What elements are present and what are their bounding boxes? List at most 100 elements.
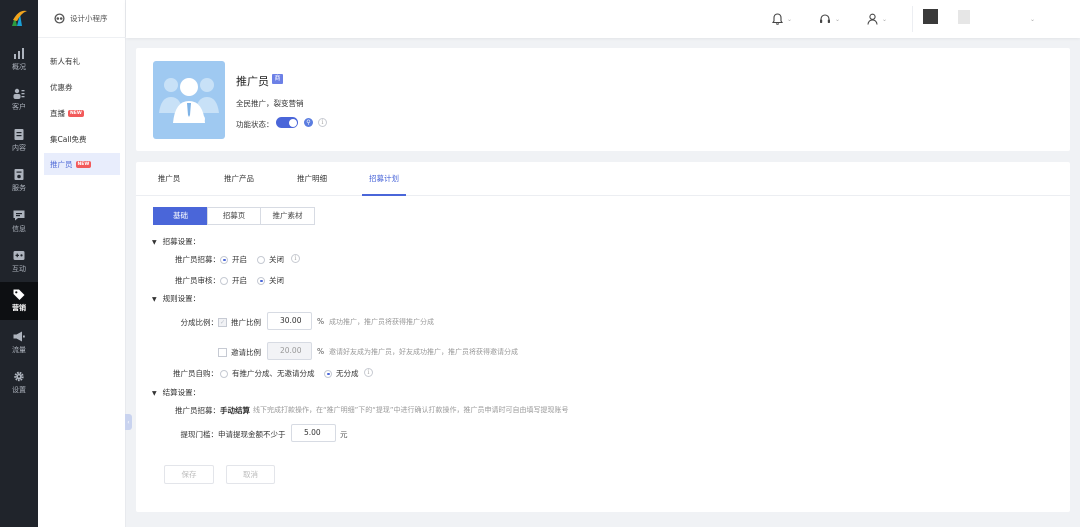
chevron-down-icon: ⌄ — [835, 15, 841, 23]
app-logo-icon[interactable] — [9, 8, 29, 28]
recruit-audit-off[interactable]: 关闭 — [257, 275, 284, 286]
withdraw-threshold-text: 申请提现金额不少于 — [218, 430, 286, 439]
recruit-enable-label: 推广员招募： — [175, 255, 220, 264]
nav-message[interactable]: 信息 — [0, 203, 38, 241]
self-purchase-option-none[interactable]: 无分成 — [324, 368, 359, 379]
chevron-down-icon: ⌄ — [882, 15, 888, 23]
submenu-item-coupons[interactable]: 优惠券 — [44, 76, 120, 98]
account-name-placeholder — [958, 10, 970, 24]
submenu-item-live[interactable]: 直播 NEW — [44, 102, 120, 124]
notifications-button[interactable]: ⌄ — [772, 12, 792, 26]
submenu-item-newcomer[interactable]: 新人有礼 — [44, 50, 120, 72]
rules-section-header[interactable]: ▼ 规则设置： — [152, 293, 200, 304]
radio-label: 开启 — [232, 276, 247, 285]
save-button[interactable]: 保存 — [164, 465, 214, 484]
section-title: 招募设置： — [162, 237, 201, 246]
checkbox-box: ✓ — [218, 318, 227, 327]
chevron-down-icon: ⌄ — [1030, 15, 1036, 23]
settings-card: 推广员 推广产品 推广明细 招募计划 基础 招募页 推广素材 ▼ 招募设置： 推广… — [136, 162, 1070, 512]
headset-icon — [820, 14, 830, 23]
bell-icon — [772, 13, 783, 25]
segment-materials[interactable]: 推广素材 — [260, 207, 315, 225]
info-icon[interactable]: i — [291, 254, 300, 263]
nav-customers[interactable]: 客户 — [0, 81, 38, 119]
app-switcher[interactable]: 设计小程序 — [38, 0, 126, 38]
cancel-button[interactable]: 取消 — [226, 465, 275, 484]
checkbox-box — [218, 348, 227, 357]
percent-sign: % — [317, 317, 325, 326]
chevron-down-icon: ⌄ — [787, 15, 793, 23]
user-icon — [867, 13, 878, 25]
settle-mode-label: 推广员招募： — [175, 406, 220, 415]
marketing-submenu: 设计小程序 新人有礼 优惠券 直播 NEW 集Call免费 推广员 NEW — [38, 0, 126, 527]
chart-icon — [14, 48, 24, 59]
radio-dot — [220, 276, 228, 285]
tab-products[interactable]: 推广产品 — [221, 162, 257, 196]
percent-sign: % — [317, 347, 325, 356]
nav-overview[interactable]: 概况 — [0, 41, 38, 79]
radio-dot — [220, 255, 228, 264]
top-bar: ⌄ ⌄ ⌄ ⌄ — [126, 0, 1080, 38]
recruit-audit-on[interactable]: 开启 — [220, 275, 247, 286]
radio-label: 开启 — [232, 255, 247, 264]
segment-recruit-page[interactable]: 招募页 — [207, 207, 261, 225]
account-avatar[interactable] — [923, 9, 938, 24]
customers-icon — [13, 88, 25, 99]
nav-marketing[interactable]: 营销 — [0, 282, 38, 320]
recruit-enable-off[interactable]: 关闭 — [257, 254, 284, 265]
recruit-section-header[interactable]: ▼ 招募设置： — [152, 236, 200, 247]
message-icon — [13, 210, 25, 221]
account-switcher[interactable]: ⌄ — [1026, 12, 1035, 26]
caret-down-icon: ▼ — [152, 239, 157, 246]
radio-label: 关闭 — [269, 276, 284, 285]
nav-overview-label: 概况 — [12, 63, 26, 71]
nav-interaction[interactable]: 互动 — [0, 243, 38, 281]
info-icon[interactable]: i — [318, 118, 327, 127]
feature-status-label: 功能状态： — [236, 120, 274, 129]
user-menu-button[interactable]: ⌄ — [867, 12, 887, 26]
nav-interaction-label: 互动 — [12, 265, 26, 273]
tab-recruit-plan[interactable]: 招募计划 — [362, 162, 406, 196]
self-purchase-option-promo[interactable]: 有推广分成、无邀请分成 — [220, 368, 315, 379]
radio-dot — [257, 276, 265, 285]
settle-mode-value: 手动结算 — [220, 406, 250, 415]
withdraw-threshold-label: 提现门槛： — [180, 430, 219, 439]
radio-label: 无分成 — [336, 369, 359, 378]
nav-service[interactable]: 服务 — [0, 162, 38, 200]
nav-marketing-label: 营销 — [12, 304, 26, 312]
new-badge: NEW — [68, 109, 84, 117]
nav-settings-label: 设置 — [12, 386, 26, 394]
submenu-item-jicall[interactable]: 集Call免费 — [44, 128, 120, 150]
new-badge: NEW — [75, 160, 92, 168]
promo-ratio-input[interactable]: 30.00 — [267, 312, 312, 330]
invite-ratio-hint: 邀请好友成为推广员，好友成功推广，推广员将获得邀请分成 — [329, 348, 518, 356]
split-ratio-label: 分成比例： — [180, 318, 219, 327]
invite-ratio-checkbox[interactable]: 邀请比例 — [218, 347, 261, 358]
feature-status-toggle[interactable] — [276, 117, 298, 128]
promo-ratio-checkbox[interactable]: ✓ 推广比例 — [218, 317, 261, 328]
support-button[interactable]: ⌄ — [819, 12, 840, 26]
withdraw-threshold-input[interactable]: 5.00 — [291, 424, 336, 442]
submenu-item-label: 推广员 — [50, 159, 73, 169]
promo-ratio-hint: 成功推广，推广员将获得推广分成 — [329, 318, 434, 326]
info-icon[interactable]: i — [364, 368, 373, 377]
caret-down-icon: ▼ — [152, 296, 157, 303]
gear-icon — [14, 371, 24, 382]
nav-settings[interactable]: 设置 — [0, 364, 38, 402]
segment-basic[interactable]: 基础 — [153, 207, 208, 225]
tab-details[interactable]: 推广明细 — [294, 162, 330, 196]
tab-promoters[interactable]: 推广员 — [154, 162, 184, 196]
submenu-item-promoter[interactable]: 推广员 NEW — [44, 153, 120, 175]
settle-section-header[interactable]: ▼ 结算设置： — [152, 387, 200, 398]
nav-content[interactable]: 内容 — [0, 122, 38, 160]
link-icon[interactable]: ⚲ — [304, 118, 313, 127]
submenu-item-label: 优惠券 — [50, 82, 73, 92]
recruit-enable-on[interactable]: 开启 — [220, 254, 247, 265]
nav-service-label: 服务 — [12, 184, 26, 192]
nav-message-label: 信息 — [12, 225, 26, 233]
document-icon — [14, 129, 24, 140]
collapse-sidebar-handle[interactable]: ‹ — [125, 414, 132, 430]
radio-dot — [257, 255, 265, 264]
nav-traffic[interactable]: 流量 — [0, 324, 38, 362]
invite-ratio-input[interactable]: 20.00 — [267, 342, 312, 360]
